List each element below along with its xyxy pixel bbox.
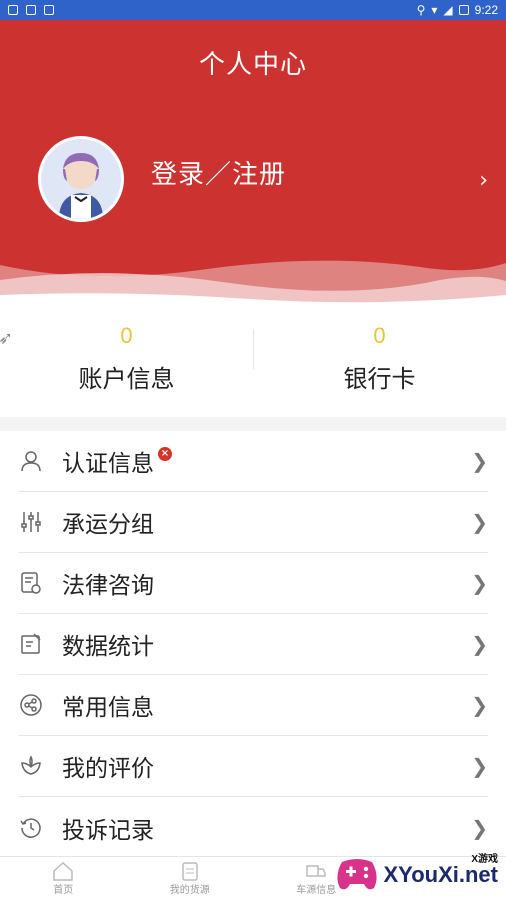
watermark: XYouXi.net X游戏 xyxy=(334,854,499,894)
login-register-link[interactable]: 登录／注册 xyxy=(151,154,286,191)
bank-card-label: 银行卡 xyxy=(343,365,416,393)
watermark-small-text: X游戏 xyxy=(471,854,498,865)
menu-item-certification[interactable]: 认证信息 × ❯ xyxy=(18,431,488,492)
tab-label: 车源信息 xyxy=(296,885,337,896)
menu-item-label: 法律咨询 xyxy=(62,573,154,599)
account-info-label: 账户信息 xyxy=(78,365,175,393)
sliders-icon xyxy=(18,509,44,535)
tab-label: 首页 xyxy=(53,885,74,896)
menu-item-label: 我的评价 xyxy=(62,756,154,782)
chevron-right-icon: ❯ xyxy=(471,693,488,717)
account-info-stat[interactable]: 0 账户信息 xyxy=(0,323,253,417)
person-icon xyxy=(18,448,44,474)
menu-item-label: 投诉记录 xyxy=(62,817,154,844)
image-icon xyxy=(26,5,36,15)
watermark-text: XYouXi.net xyxy=(383,862,499,887)
tab-my-cargo[interactable]: 我的货源 xyxy=(127,857,254,900)
app-icon xyxy=(44,5,54,15)
menu-item-common-info[interactable]: 常用信息 ❯ xyxy=(18,675,488,736)
battery-icon xyxy=(458,5,469,15)
notification-icon xyxy=(8,5,18,15)
account-info-count: 0 xyxy=(120,323,133,348)
tab-home[interactable]: 首页 xyxy=(0,857,127,900)
menu-item-statistics[interactable]: 数据统计 ❯ xyxy=(18,614,488,675)
menu-item-label: 承运分组 xyxy=(62,512,154,538)
menu-item-complaints[interactable]: 投诉记录 ❯ xyxy=(18,797,488,858)
menu-item-label: 认证信息 xyxy=(62,451,154,477)
menu-item-label: 常用信息 xyxy=(62,695,154,721)
history-icon xyxy=(18,815,44,841)
menu-list: 认证信息 × ❯ 承运分组 ❯ 法律咨询 ❯ 数据统计 ❯ 常用信息 ❯ 我的评… xyxy=(0,431,506,863)
user-avatar-icon xyxy=(59,153,103,219)
status-bar: ⚲ ▾ ◢ 9:22 xyxy=(0,0,506,20)
share-icon xyxy=(18,692,44,718)
bank-card-stat[interactable]: 0 银行卡 xyxy=(253,323,506,417)
flower-icon xyxy=(18,753,44,779)
avatar[interactable] xyxy=(38,136,124,222)
chevron-right-icon: ❯ xyxy=(471,510,488,534)
chevron-right-icon[interactable]: › xyxy=(479,168,488,193)
signal-icon: ◢ xyxy=(443,3,453,17)
page-title: 个人中心 xyxy=(198,50,307,80)
clipboard-icon xyxy=(182,862,198,881)
profile-header: 个人中心 登录／注册 › xyxy=(0,20,506,325)
chevron-right-icon: ❯ xyxy=(471,449,488,473)
wave-decoration xyxy=(0,260,506,325)
edit-icon xyxy=(18,631,44,657)
menu-item-label: 数据统计 xyxy=(62,634,154,660)
menu-item-carrier-group[interactable]: 承运分组 ❯ xyxy=(18,492,488,553)
error-badge-icon: × xyxy=(158,447,172,461)
swallow-icon: ➶ xyxy=(0,328,14,349)
document-shield-icon xyxy=(18,570,44,596)
location-icon: ⚲ xyxy=(416,3,426,17)
tab-label: 我的货源 xyxy=(169,885,210,896)
menu-item-legal-consult[interactable]: 法律咨询 ❯ xyxy=(18,553,488,614)
stats-panel: 0 账户信息 0 银行卡 xyxy=(0,323,506,417)
chevron-right-icon: ❯ xyxy=(471,571,488,595)
wifi-icon: ▾ xyxy=(431,3,438,17)
chevron-right-icon: ❯ xyxy=(471,632,488,656)
gamepad-logo-icon xyxy=(336,859,377,890)
chevron-right-icon: ❯ xyxy=(471,754,488,778)
clock: 9:22 xyxy=(474,3,498,17)
chevron-right-icon: ❯ xyxy=(471,815,488,840)
menu-item-my-reviews[interactable]: 我的评价 ❯ xyxy=(18,736,488,797)
truck-icon xyxy=(306,865,326,877)
home-icon xyxy=(53,861,73,881)
bank-card-count: 0 xyxy=(373,323,386,348)
